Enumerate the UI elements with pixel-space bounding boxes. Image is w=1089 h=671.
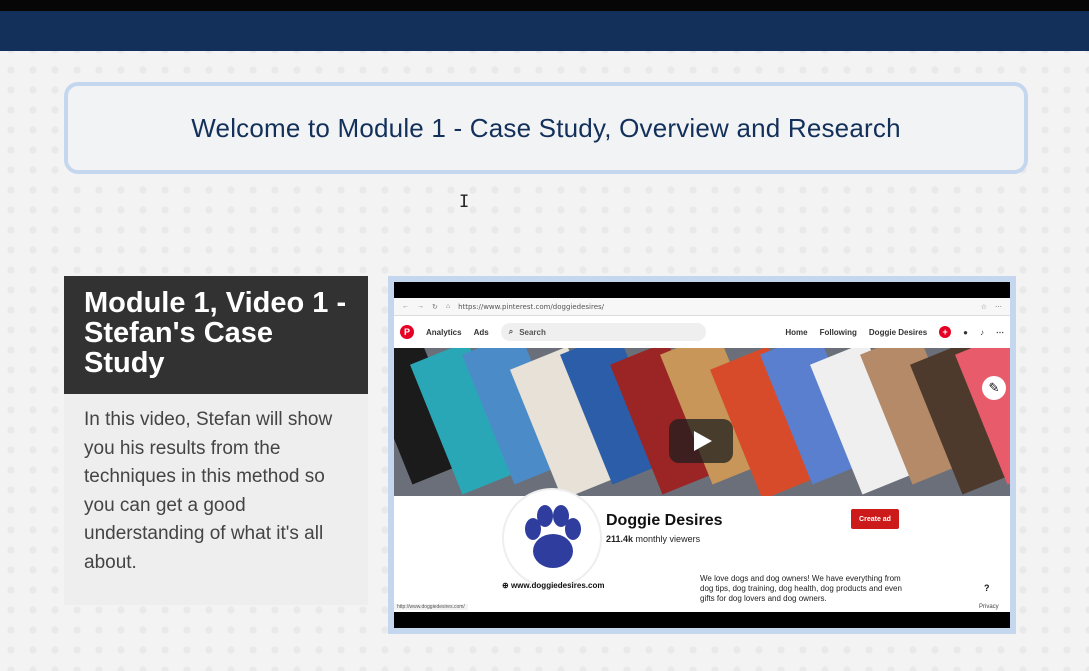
search-icon: ⌕	[508, 327, 514, 336]
help-icon: ?	[984, 583, 990, 593]
create-ad-button: Create ad	[851, 509, 899, 529]
video-description: In this video, Stefan will show you his …	[84, 409, 333, 573]
browser-menu-icon: ⋯	[995, 303, 1002, 311]
views-count: 211.4k	[606, 534, 634, 544]
star-icon: ☆	[980, 303, 987, 311]
browser-url: https://www.pinterest.com/doggiedesires/	[458, 302, 605, 311]
search-placeholder: Search	[519, 327, 546, 337]
link-icon: ⊕	[502, 581, 509, 590]
card-header: Module 1, Video 1 - Stefan's Case Study	[64, 276, 368, 394]
more-icon: ⋯	[996, 327, 1004, 337]
profile-site-link: ⊕ www.doggiedesires.com	[502, 581, 604, 590]
welcome-banner: Welcome to Module 1 - Case Study, Overvi…	[64, 82, 1028, 174]
reload-icon: ↻	[432, 303, 438, 311]
plus-icon: +	[939, 326, 952, 338]
text-cursor-icon: I	[459, 192, 470, 212]
play-button[interactable]	[669, 419, 733, 463]
edit-icon: ✎	[982, 376, 1006, 400]
page-title: Welcome to Module 1 - Case Study, Overvi…	[191, 112, 901, 143]
home-icon: ⌂	[445, 303, 451, 310]
privacy-label: Privacy	[979, 604, 999, 610]
pinterest-nav: P Analytics Ads ⌕ Search Home Following …	[394, 316, 1010, 348]
play-icon	[694, 431, 712, 451]
pinterest-search: ⌕ Search	[500, 323, 706, 341]
nav-following: Following	[819, 327, 857, 337]
video-info-card: Module 1, Video 1 - Stefan's Case Study …	[64, 276, 368, 605]
nav-ads: Ads	[473, 327, 489, 337]
profile-name: Doggie Desires	[606, 512, 723, 529]
browser-url-bar: ← → ↻ ⌂ https://www.pinterest.com/doggie…	[394, 298, 1010, 316]
profile-avatar	[502, 488, 602, 588]
pinterest-nav-right: Home Following Doggie Desires + ● ♪ ⋯	[785, 326, 1004, 338]
views-label: monthly viewers	[635, 534, 701, 544]
bell-icon: ♪	[980, 327, 984, 337]
pinterest-logo-icon: P	[400, 325, 414, 339]
profile-views: 211.4k monthly viewers	[606, 534, 700, 544]
nav-analytics: Analytics	[426, 327, 462, 337]
back-icon: ←	[402, 303, 409, 310]
video-title: Module 1, Video 1 - Stefan's Case Study	[84, 287, 347, 379]
profile-about: We love dogs and dog owners! We have eve…	[700, 574, 902, 603]
video-frame: ← → ↻ ⌂ https://www.pinterest.com/doggie…	[388, 276, 1016, 634]
paw-icon	[525, 505, 581, 568]
chat-icon: ●	[963, 327, 968, 337]
nav-home: Home	[785, 327, 808, 337]
status-bar-url: http://www.doggiedesires.com/	[394, 604, 468, 610]
top-nav-bar	[0, 11, 1089, 51]
site-url: www.doggiedesires.com	[510, 581, 605, 590]
video-player[interactable]: ← → ↻ ⌂ https://www.pinterest.com/doggie…	[394, 282, 1010, 628]
forward-icon: →	[417, 303, 424, 310]
nav-account: Doggie Desires	[868, 327, 928, 337]
top-black-strip	[0, 0, 1089, 11]
